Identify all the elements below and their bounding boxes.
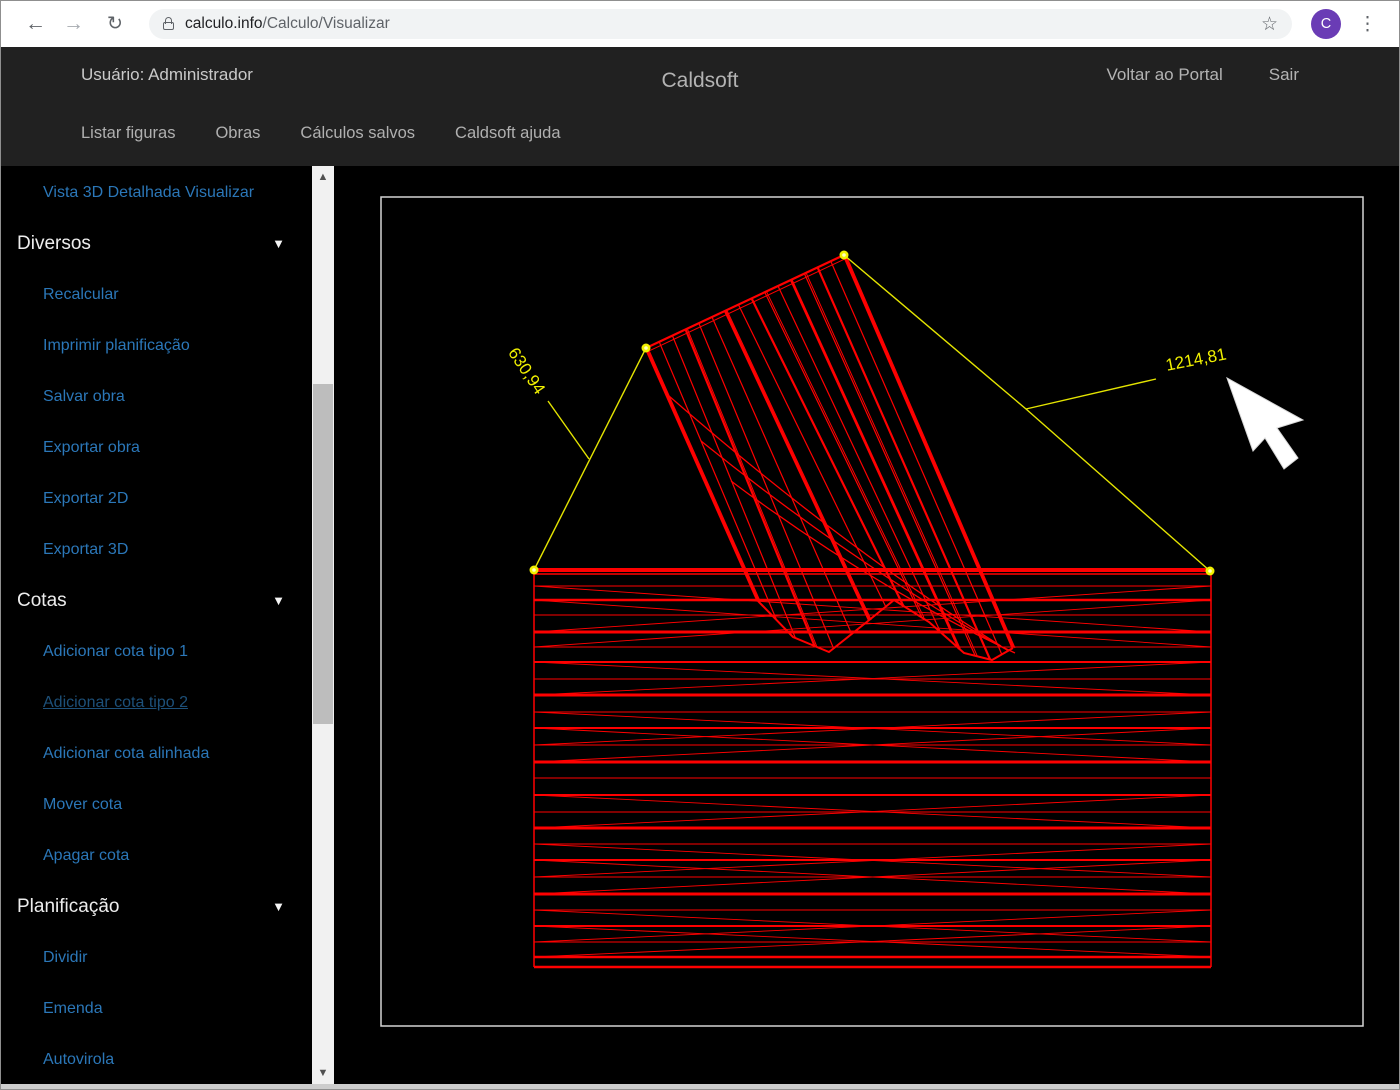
sidebar-item-autovirola[interactable]: Autovirola (1, 1034, 311, 1085)
chevron-down-icon[interactable]: ▼ (272, 236, 285, 251)
user-label: Usuário: Administrador (81, 65, 253, 85)
section-title: Planificação (17, 896, 119, 918)
sidebar-link[interactable]: Adicionar cota tipo 1 (43, 643, 188, 661)
sidebar-item-salvar-obra[interactable]: Salvar obra (1, 371, 311, 422)
sidebar-menu: Vista 3D Detalhada Visualizar Diversos ▼ Re… (1, 167, 311, 1085)
nav-obras[interactable]: Obras (215, 124, 260, 143)
top-nav: Listar figuras Obras Cálculos salvos Caldso… (81, 124, 561, 143)
sidebar-item-exportar-obra[interactable]: Exportar obra (1, 422, 311, 473)
back-icon[interactable]: ← (25, 12, 46, 36)
avatar[interactable]: C (1311, 9, 1341, 39)
sidebar-link[interactable]: Imprimir planificação (43, 337, 190, 355)
window-bottom-edge (1, 1084, 1399, 1089)
section-title: Cotas (17, 590, 67, 612)
flat-pattern (534, 570, 1211, 967)
nav-listar-figuras[interactable]: Listar figuras (81, 124, 175, 143)
portal-link[interactable]: Voltar ao Portal (1107, 65, 1223, 85)
sidebar-item-vista-3d-detalhada-visualizar[interactable]: Vista 3D Detalhada Visualizar (1, 167, 311, 218)
mouse-cursor-icon (1227, 378, 1303, 469)
logout-link[interactable]: Sair (1269, 65, 1299, 85)
scrollbar-thumb[interactable] (313, 384, 333, 724)
url-text: calculo.info/Calculo/Visualizar (185, 15, 390, 33)
section-diversos[interactable]: Diversos ▼ (1, 218, 311, 269)
sidebar-link[interactable]: Exportar obra (43, 439, 140, 457)
dimension-label: 630,94 (504, 344, 549, 398)
app-header: Usuário: Administrador Caldsoft Voltar a… (1, 47, 1399, 166)
sidebar-link[interactable]: Dividir (43, 949, 87, 967)
bookmark-star-icon[interactable]: ☆ (1261, 13, 1278, 36)
section-title: Diversos (17, 233, 91, 255)
scroll-up-icon[interactable]: ▲ (312, 168, 334, 186)
dimension-630-94: 630,94 (504, 344, 646, 570)
sidebar-link[interactable]: Mover cota (43, 796, 122, 814)
sidebar-link[interactable]: Adicionar cota alinhada (43, 745, 209, 763)
url-bar[interactable]: calculo.info/Calculo/Visualizar ☆ (149, 9, 1292, 39)
chevron-down-icon[interactable]: ▼ (272, 899, 285, 914)
header-links: Voltar ao Portal Sair (1107, 65, 1299, 85)
sidebar-link[interactable]: Exportar 3D (43, 541, 128, 559)
sidebar-item-exportar-3d[interactable]: Exportar 3D (1, 524, 311, 575)
sidebar-link[interactable]: Salvar obra (43, 388, 125, 406)
section-planificacao[interactable]: Planificação ▼ (1, 881, 311, 932)
browser-window: ← → ↻ calculo.info/Calculo/Visualizar ☆ … (0, 0, 1400, 1090)
browser-toolbar: ← → ↻ calculo.info/Calculo/Visualizar ☆ … (1, 1, 1399, 47)
sidebar-item-apagar-cota[interactable]: Apagar cota (1, 830, 311, 881)
sidebar-item-adicionar-cota-alinhada[interactable]: Adicionar cota alinhada (1, 728, 311, 779)
reload-icon[interactable]: ↻ (107, 13, 123, 36)
dimension-points (530, 251, 1215, 576)
sidebar-item-emenda[interactable]: Emenda (1, 983, 311, 1034)
lock-icon (163, 22, 174, 30)
drawing-canvas[interactable]: 630,94 1214,81 (336, 166, 1400, 1086)
sidebar-item-dividir[interactable]: Dividir (1, 932, 311, 983)
sidebar-item-adicionar-cota-tipo-1[interactable]: Adicionar cota tipo 1 (1, 626, 311, 677)
sidebar-link[interactable]: Adicionar cota tipo 2 (43, 694, 188, 712)
sidebar-scrollbar[interactable]: ▲ ▼ (312, 166, 334, 1084)
sidebar-link[interactable]: Recalcular (43, 286, 119, 304)
content-area: Vista 3D Detalhada Visualizar Diversos ▼ Re… (1, 166, 1399, 1084)
section-cotas[interactable]: Cotas ▼ (1, 575, 311, 626)
nav-calculos-salvos[interactable]: Cálculos salvos (300, 124, 415, 143)
sidebar-item-recalcular[interactable]: Recalcular (1, 269, 311, 320)
sidebar-link[interactable]: Exportar 2D (43, 490, 128, 508)
scroll-down-icon[interactable]: ▼ (312, 1064, 334, 1082)
sidebar-link[interactable]: Emenda (43, 1000, 103, 1018)
sidebar-link[interactable]: Vista 3D Detalhada Visualizar (43, 184, 254, 202)
sidebar-item-adicionar-cota-tipo-2[interactable]: Adicionar cota tipo 2 (1, 677, 311, 728)
url-path: /Calculo/Visualizar (263, 15, 390, 32)
sidebar-item-imprimir-planificacao[interactable]: Imprimir planificação (1, 320, 311, 371)
forward-icon[interactable]: → (63, 12, 84, 36)
url-host: calculo.info (185, 15, 263, 32)
sidebar-item-mover-cota[interactable]: Mover cota (1, 779, 311, 830)
chevron-down-icon[interactable]: ▼ (272, 593, 285, 608)
sidebar-link[interactable]: Autovirola (43, 1051, 114, 1069)
browser-menu-icon[interactable]: ⋮ (1358, 13, 1377, 36)
page-title: Caldsoft (661, 69, 738, 93)
dimension-label: 1214,81 (1164, 344, 1228, 374)
nav-caldsoft-ajuda[interactable]: Caldsoft ajuda (455, 124, 561, 143)
sidebar-link[interactable]: Apagar cota (43, 847, 129, 865)
sidebar-item-exportar-2d[interactable]: Exportar 2D (1, 473, 311, 524)
